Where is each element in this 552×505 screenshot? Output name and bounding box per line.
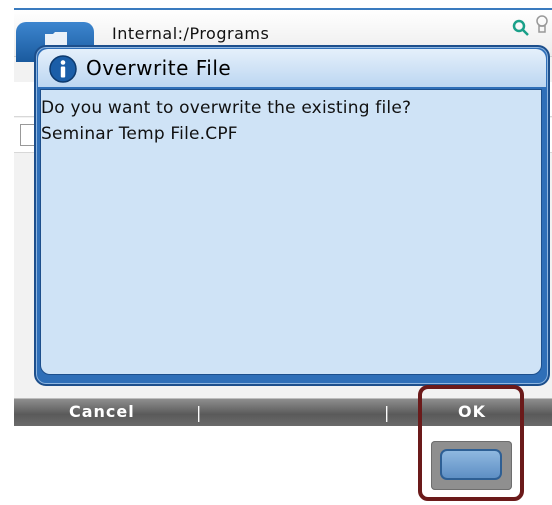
ok-hardware-key[interactable] [431,441,512,490]
dialog-body: Do you want to overwrite the existing fi… [40,89,542,375]
cancel-softkey[interactable]: Cancel [69,402,135,421]
softkey-separator: | [384,403,390,422]
file-name: Seminar Temp File.CPF [41,124,238,144]
ok-hardware-key-face[interactable] [440,449,502,480]
dialog-title: Overwrite File [86,56,232,80]
overwrite-dialog: Overwrite File Do you want to overwrite … [34,45,550,386]
path-label: Internal:/Programs [112,24,270,43]
dialog-header: Overwrite File [38,49,546,87]
info-icon [48,54,78,88]
device-screen: Internal:/Programs Overwrite File Do you… [14,8,552,426]
softkey-separator: | [196,403,202,422]
dialog-message: Do you want to overwrite the existing fi… [41,98,412,118]
bulb-icon[interactable] [534,14,550,40]
search-icon[interactable] [512,18,530,42]
